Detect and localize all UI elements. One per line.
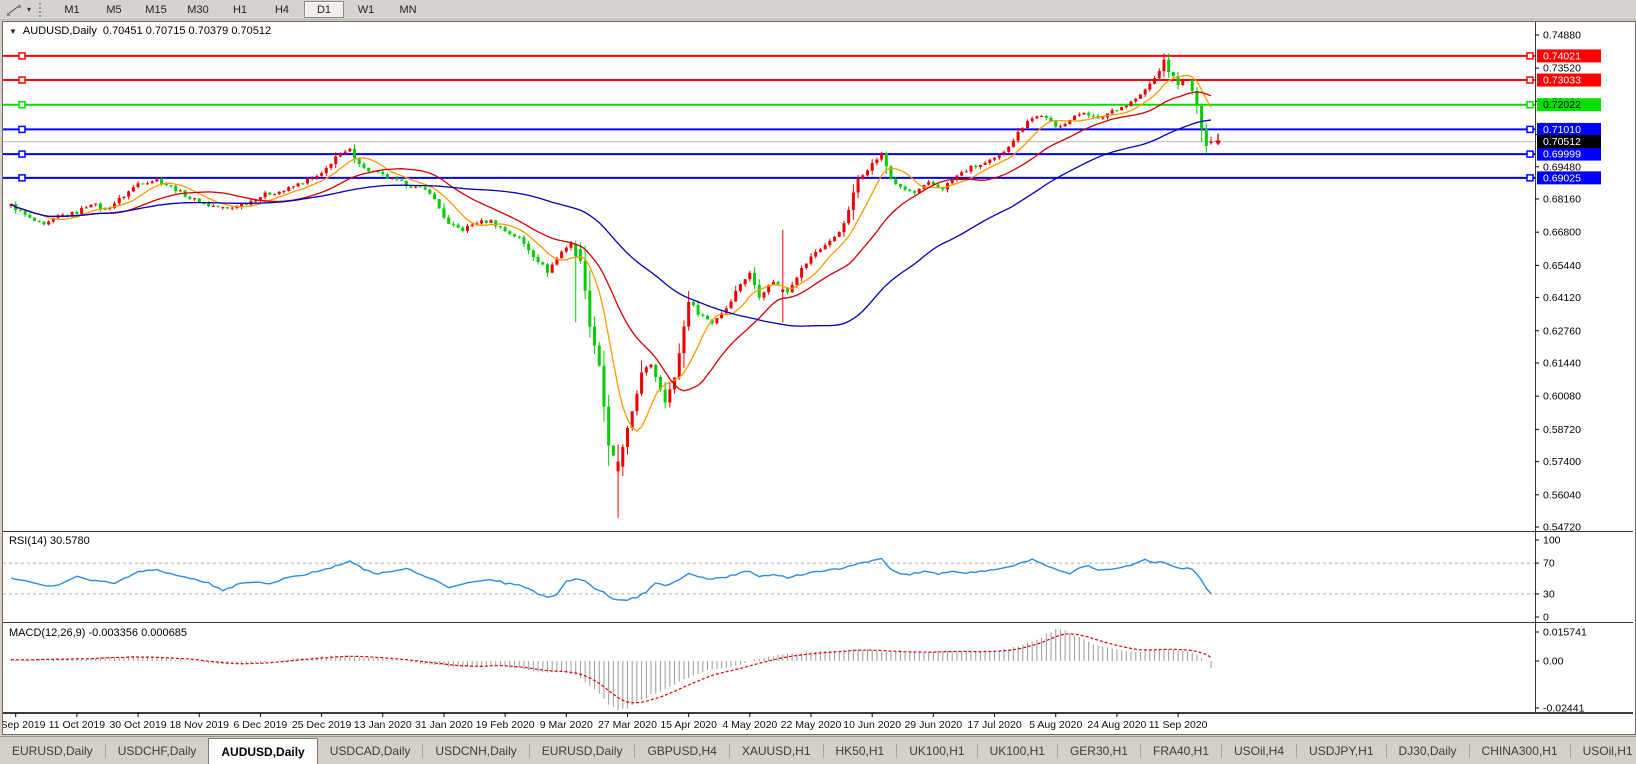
rsi-pane[interactable]: 100 70 30 0 RSI(14) 30.5780	[3, 531, 1633, 623]
rsi-axis-label: 0	[1543, 612, 1549, 624]
timeframe-button-group: M1 M5 M15 M30 H1 H4 D1 W1 MN	[51, 1, 429, 18]
chart-tab-fra40-h1[interactable]: FRA40,H1	[1141, 737, 1221, 764]
chart-tab-usoil-h4[interactable]: USOil,H4	[1222, 737, 1296, 764]
svg-text:0.61440: 0.61440	[1543, 357, 1581, 369]
timeframe-button-d1[interactable]: D1	[304, 1, 344, 18]
timeframe-button-w1[interactable]: W1	[346, 1, 386, 18]
chart-tab-usoil-h1[interactable]: USOil,H1	[1571, 737, 1636, 764]
date-axis-label: 27 Mar 2020	[598, 719, 657, 731]
date-axis-label: 4 May 2020	[722, 719, 777, 731]
macd-axis-label: 0.00	[1543, 656, 1564, 668]
svg-text:0.68160: 0.68160	[1543, 193, 1581, 205]
svg-text:0.54720: 0.54720	[1543, 521, 1581, 531]
macd-histogram	[10, 629, 1212, 711]
horizontal-lines-layer[interactable]	[3, 52, 1535, 182]
chart-menu-triangle-icon[interactable]: ▼	[9, 27, 17, 36]
chart-tab-gbpusd-h4[interactable]: GBPUSD,H4	[635, 737, 728, 764]
timeframe-button-mn[interactable]: MN	[388, 1, 428, 18]
macd-pane[interactable]: 0.015741 0.00 -0.02441 MACD(12,26,9) -0.003…	[3, 623, 1633, 713]
toolbar-grip[interactable]	[39, 2, 46, 17]
chart-tab-bar: EURUSD,Daily USDCHF,Daily AUDUSD,Daily USDC…	[0, 736, 1636, 764]
chart-title: ▼ AUDUSD,Daily 0.70451 0.70715 0.70379 0…	[9, 25, 271, 37]
timeframe-button-m5[interactable]: M5	[94, 1, 134, 18]
macd-axis-label: -0.02441	[1543, 703, 1585, 714]
mt4-window: ▾ M1 M5 M15 M30 H1 H4 D1 W1 MN ▼ AUDUSD,Daily 0.…	[0, 0, 1636, 764]
date-axis-label: 22 May 2020	[781, 719, 842, 731]
chart-tab-china300-h1[interactable]: CHINA300,H1	[1470, 737, 1570, 764]
chart-tab-ger30-h1[interactable]: GER30,H1	[1058, 737, 1140, 764]
date-axis-label: 23 Sep 2019	[3, 719, 46, 731]
date-axis-label: 25 Dec 2019	[292, 719, 352, 731]
chart-tab-usdjpy-h1[interactable]: USDJPY,H1	[1297, 737, 1385, 764]
svg-text:0.65440: 0.65440	[1543, 260, 1581, 272]
svg-text:0.60080: 0.60080	[1543, 391, 1581, 403]
chart-tab-usdcad-daily[interactable]: USDCAD,Daily	[318, 737, 423, 764]
svg-text:0.73520: 0.73520	[1543, 63, 1581, 75]
svg-text:0.66800: 0.66800	[1543, 227, 1581, 239]
macd-axis-label: 0.015741	[1543, 627, 1587, 639]
date-axis-label: 29 Jun 2020	[904, 719, 962, 731]
line-studies-icon[interactable]	[4, 2, 24, 17]
timeframe-button-h1[interactable]: H1	[220, 1, 260, 18]
timeframe-button-m1[interactable]: M1	[52, 1, 92, 18]
rsi-pane-label: RSI(14) 30.5780	[9, 535, 90, 547]
date-axis-label: 13 Jan 2020	[354, 719, 412, 731]
chart-tab-uk100-h1[interactable]: UK100,H1	[978, 737, 1057, 764]
svg-text:0.71010: 0.71010	[1543, 124, 1581, 136]
timeframe-button-h4[interactable]: H4	[262, 1, 302, 18]
chart-tab-usdchf-daily[interactable]: USDCHF,Daily	[106, 737, 209, 764]
date-axis-label: 31 Jan 2020	[415, 719, 473, 731]
rsi-axis-label: 30	[1543, 588, 1555, 600]
svg-text:0.69999: 0.69999	[1543, 149, 1581, 161]
date-axis-label: 11 Oct 2019	[49, 719, 106, 731]
svg-text:0.74021: 0.74021	[1543, 50, 1581, 62]
date-axis-label: 15 Apr 2020	[660, 719, 717, 731]
ma-slow-line	[10, 119, 1212, 327]
chart-ohlc-readout: 0.70451 0.70715 0.70379 0.70512	[102, 25, 272, 37]
svg-text:0.74880: 0.74880	[1543, 29, 1581, 41]
svg-text:0.70512: 0.70512	[1543, 136, 1581, 148]
chart-tab-uk100-h1[interactable]: UK100,H1	[897, 737, 976, 764]
macd-signal-line	[10, 633, 1212, 704]
chart-tab-eurusd-daily[interactable]: EURUSD,Daily	[0, 737, 105, 764]
chart-tab-xauusd-h1[interactable]: XAUUSD,H1	[730, 737, 823, 764]
date-axis-label: 19 Feb 2020	[476, 719, 535, 731]
date-axis-label: 24 Aug 2020	[1087, 719, 1146, 731]
rsi-axis-label: 70	[1543, 558, 1555, 570]
candles-layer	[9, 53, 1213, 518]
chart-symbol-label: AUDUSD,Daily	[22, 25, 97, 37]
date-axis-label: 18 Nov 2019	[169, 719, 229, 731]
svg-text:0.58720: 0.58720	[1543, 424, 1581, 436]
line-studies-dropdown-caret[interactable]: ▾	[24, 5, 34, 14]
top-toolbar: ▾ M1 M5 M15 M30 H1 H4 D1 W1 MN	[0, 0, 1636, 20]
timeframe-button-m15[interactable]: M15	[136, 1, 176, 18]
svg-text:0.64120: 0.64120	[1543, 292, 1581, 304]
svg-text:0.62760: 0.62760	[1543, 325, 1581, 337]
chart-tab-usdcnh-daily[interactable]: USDCNH,Daily	[423, 737, 528, 764]
timeframe-button-m30[interactable]: M30	[178, 1, 218, 18]
chart-tab-dj30-daily[interactable]: DJ30,Daily	[1387, 737, 1469, 764]
chart-tabs: EURUSD,Daily USDCHF,Daily AUDUSD,Daily USDC…	[0, 737, 1636, 764]
date-axis[interactable]: 23 Sep 201911 Oct 201930 Oct 201918 Nov …	[3, 713, 1633, 732]
chart-tab-hk50-h1[interactable]: HK50,H1	[824, 737, 897, 764]
svg-text:0.56040: 0.56040	[1543, 489, 1581, 501]
svg-text:0.72022: 0.72022	[1543, 99, 1581, 111]
date-axis-label: 17 Jul 2020	[967, 719, 1021, 731]
svg-text:0.69025: 0.69025	[1543, 172, 1581, 184]
date-axis-label: 30 Oct 2019	[109, 719, 166, 731]
chart-tab-audusd-daily[interactable]: AUDUSD,Daily	[208, 738, 318, 764]
chart-window: ▼ AUDUSD,Daily 0.70451 0.70715 0.70379 0…	[2, 21, 1636, 735]
rsi-axis-label: 100	[1543, 535, 1561, 547]
svg-text:0.57400: 0.57400	[1543, 456, 1581, 468]
date-axis-label: 10 Jun 2020	[843, 719, 901, 731]
date-axis-label: 11 Sep 2020	[1149, 719, 1208, 731]
svg-text:0.73033: 0.73033	[1543, 75, 1581, 87]
date-axis-label: 6 Dec 2019	[234, 719, 288, 731]
macd-pane-label: MACD(12,26,9) -0.003356 0.000685	[9, 627, 187, 639]
chart-tab-eurusd-daily[interactable]: EURUSD,Daily	[530, 737, 635, 764]
date-axis-label: 9 Mar 2020	[540, 719, 593, 731]
date-axis-label: 5 Aug 2020	[1029, 719, 1082, 731]
main-price-pane[interactable]: 0.748800.735200.721600.708000.694800.681…	[3, 22, 1633, 531]
